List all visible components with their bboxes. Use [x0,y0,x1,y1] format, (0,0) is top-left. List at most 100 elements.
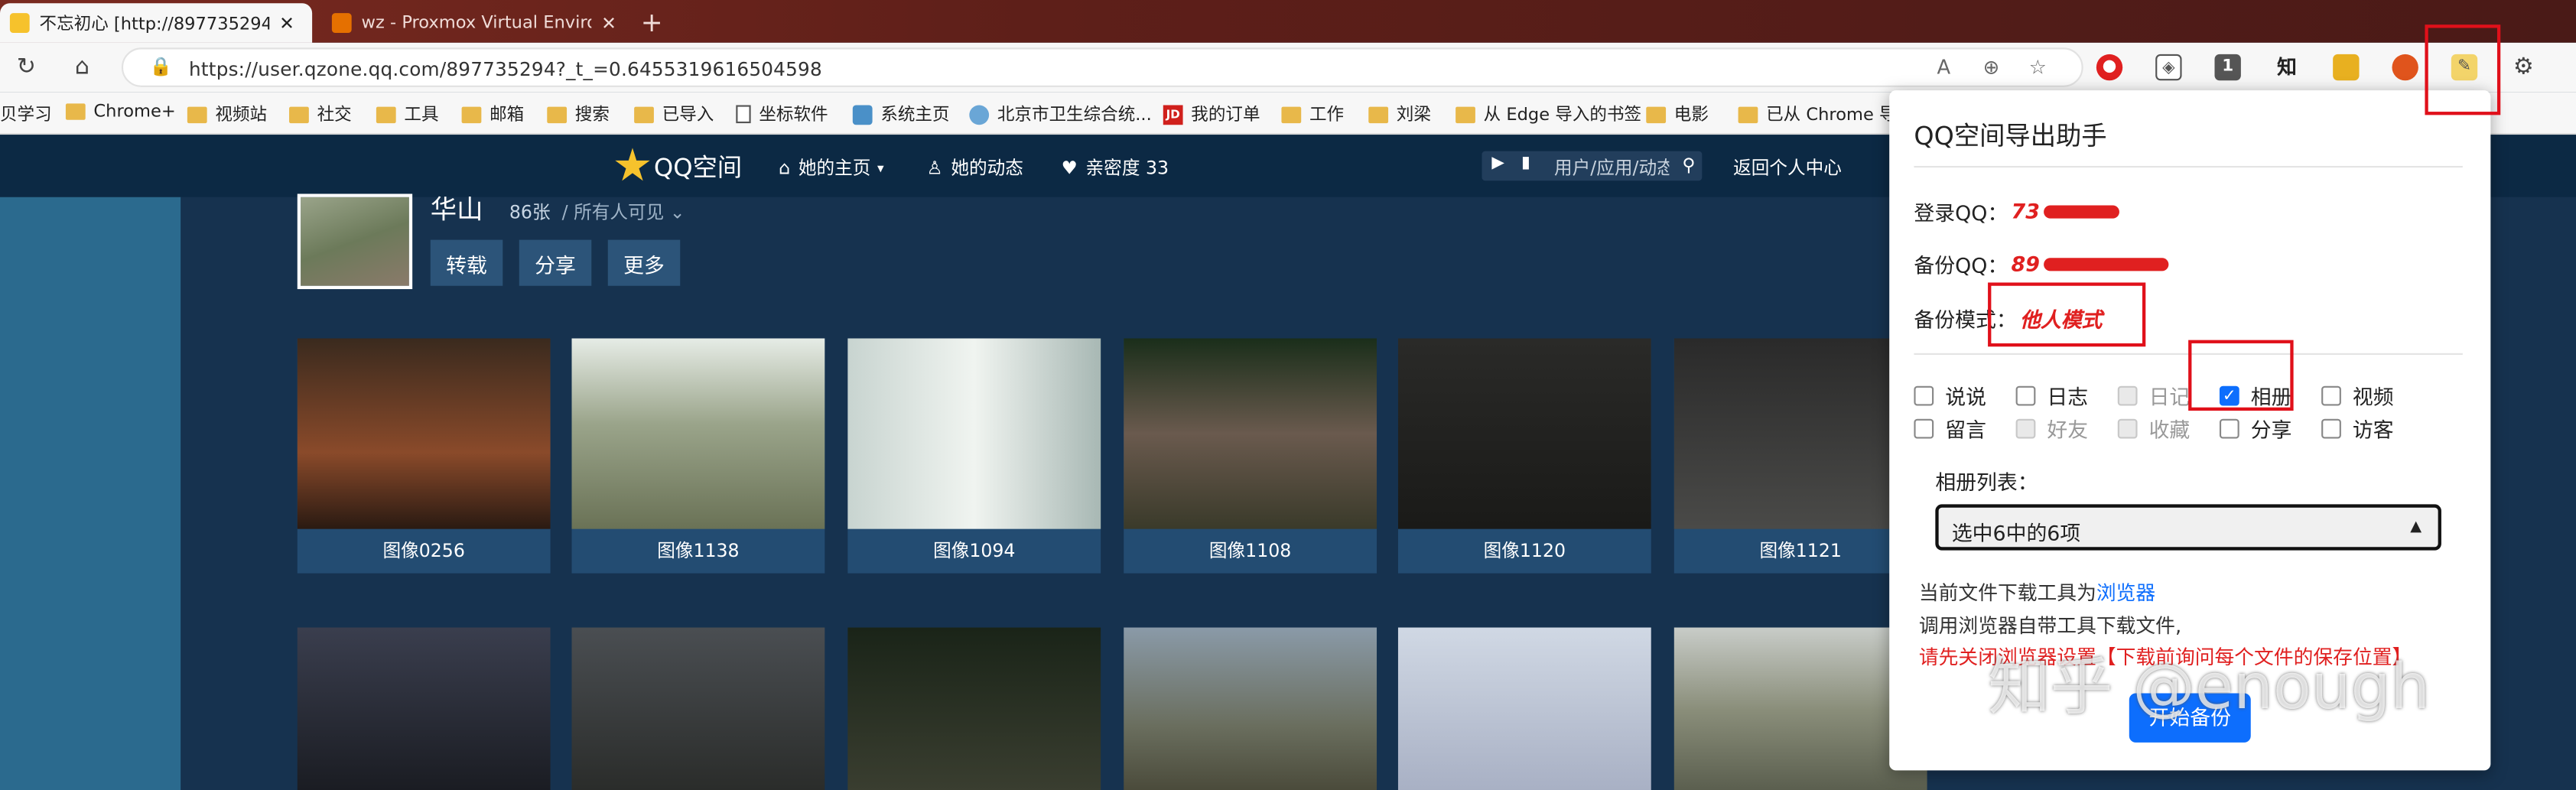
adblock-extension-icon[interactable]: ● [2096,54,2123,81]
logo-text: QQ空间 [653,151,743,182]
photo-card[interactable] [571,627,825,790]
more-button[interactable]: 更多 [607,239,681,286]
new-tab-icon[interactable]: + [641,7,663,38]
repost-button[interactable]: 转载 [430,239,503,286]
folder-icon [376,106,396,123]
album-cover-image[interactable] [297,193,413,290]
zhihu-extension-icon[interactable]: 知 [2274,54,2300,80]
photo-card[interactable]: 图像1138 [571,338,825,574]
bookmark[interactable]: 搜索 [547,102,610,126]
checkbox-box[interactable] [2219,418,2239,438]
tab-title: wz - Proxmox Virtual Environment [361,13,592,33]
shield-extension-icon[interactable]: ◈ [2155,54,2182,81]
folder-icon [1646,106,1667,123]
weibo-extension-icon[interactable] [2392,54,2418,81]
photo-card[interactable]: 图像1108 [1124,338,1377,574]
lock-icon: 🔒 [149,56,172,77]
search-input[interactable]: ▶ ▮ 用户/应用/动态 ⚲ [1482,151,1703,181]
home-icon[interactable]: ⌂ [69,54,95,80]
share-button[interactable]: 分享 [519,239,592,286]
option-label: 日志 [2047,384,2089,409]
zoom-icon[interactable]: ⊕ [1983,56,2000,79]
bookmark[interactable]: 已导入 [634,102,714,126]
folder-extension-icon[interactable] [2333,54,2360,81]
tab-title: 不忘初心 [http://897735294.qzone.qq.com] [39,14,270,34]
address-bar[interactable]: 🔒 https://user.qzone.qq.com/897735294?_t… [121,47,2083,87]
bookmark[interactable]: 电影 [1646,102,1709,126]
option-label: 日记 [2148,384,2191,409]
checkbox-box[interactable] [2321,385,2341,405]
annotation-box [2425,24,2501,115]
bookmark-label: 邮箱 [490,105,525,125]
browser-toolbar: ↻ ⌂ 🔒 https://user.qzone.qq.com/89773529… [0,42,2576,93]
option-shuoshuo-checkbox[interactable]: 说说 [1914,379,1986,411]
option-label: 视频 [2352,384,2394,409]
bookmark[interactable]: 工具 [376,102,439,126]
puzzle-badge-extension-icon[interactable]: 1 [2214,54,2241,81]
bookmark-label: 已导入 [662,105,714,125]
checkbox-box[interactable] [2321,418,2341,438]
bookmark[interactable]: 坐标软件 [736,102,828,126]
back-to-personal-center[interactable]: 返回个人中心 [1733,154,1842,180]
bookmark[interactable]: 刘梁 [1368,102,1431,126]
folder-icon [1281,106,1302,123]
close-icon[interactable]: ✕ [601,12,616,34]
download-tool-link[interactable]: 浏览器 [2096,581,2155,604]
album-select-value: 选中6中的6项 [1951,520,2081,546]
qzone-logo[interactable]: QQ空间 [614,148,742,184]
bookmark[interactable]: 贝学习 [0,102,52,126]
album-title: 华山 [430,193,483,226]
annotation-box [2188,340,2294,411]
bookmark[interactable]: 社交 [289,102,352,126]
url-text: https://user.qzone.qq.com/897735294?_t_=… [189,57,822,81]
photo-card[interactable] [847,627,1101,790]
option-video-checkbox[interactable]: 视频 [2321,379,2394,411]
refresh-icon[interactable]: ↻ [13,54,39,80]
nav-her-feed[interactable]: ♙ 她的动态 [926,154,1023,180]
photo-card[interactable] [297,627,551,790]
option-blog-checkbox[interactable]: 日志 [2015,379,2089,411]
photo-card[interactable]: 图像0256 [297,338,551,574]
bookmark[interactable]: 系统主页 [852,102,950,126]
bookmark[interactable]: 工作 [1281,102,1344,126]
folder-icon [1738,106,1758,123]
photo-image [1397,338,1651,529]
system-icon [852,104,873,125]
favorite-icon[interactable]: ☆ [2029,56,2047,79]
star-icon [615,148,650,181]
close-icon[interactable]: ✕ [279,12,294,34]
browser-tab-bar: 不忘初心 [http://897735294.qzone.qq.com] ✕ w… [0,0,2576,43]
bookmark[interactable]: 从 Edge 导入的书签 [1456,102,1641,126]
backup-qq-row: 备份QQ： 89 [1914,248,2168,279]
checkbox-box[interactable] [2015,385,2036,405]
bookmark[interactable]: 已从 Chrome 导入 [1738,102,1914,126]
photo-card[interactable] [1397,627,1651,790]
bookmark[interactable]: 北京市卫生综合统... [969,102,1152,126]
tab-qzone[interactable]: 不忘初心 [http://897735294.qzone.qq.com] ✕ [0,3,313,43]
checkbox-box[interactable] [1914,385,1934,405]
option-message-checkbox[interactable]: 留言 [1914,412,1986,444]
visibility-selector[interactable]: / 所有人可见 ⌄ [562,199,685,225]
search-icon[interactable]: ⚲ [1682,154,1695,176]
photo-caption: 图像1120 [1483,540,1566,562]
read-aloud-icon[interactable]: A [1937,56,1950,79]
checkbox-box[interactable] [1914,418,1934,438]
zhihu-watermark: 知乎 @enough [1988,650,2431,723]
bookmark[interactable]: 视频站 [187,102,267,126]
album-select[interactable]: 选中6中的6项 ▲ [1935,504,2441,551]
option-label: 好友 [2047,417,2089,442]
visibility-label: / 所有人可见 [561,202,665,224]
option-share-checkbox[interactable]: 分享 [2219,412,2291,444]
option-visitors-checkbox[interactable]: 访客 [2321,412,2394,444]
bookmark[interactable]: JD 我的订单 [1163,102,1260,126]
nav-her-home[interactable]: ⌂ 她的主页 ▾ [779,154,883,180]
nav-intimacy[interactable]: ♥ 亲密度 33 [1062,154,1169,180]
tab-proxmox[interactable]: wz - Proxmox Virtual Environment ✕ [322,3,634,43]
bookmark[interactable]: Chrome+ [65,102,176,122]
photo-card[interactable] [1124,627,1377,790]
extensions-icon[interactable]: ⚙ [2510,54,2536,80]
photo-caption: 图像1094 [933,540,1016,562]
photo-card[interactable]: 图像1120 [1397,338,1651,574]
photo-card[interactable]: 图像1094 [847,338,1101,574]
bookmark[interactable]: 邮箱 [461,102,525,126]
